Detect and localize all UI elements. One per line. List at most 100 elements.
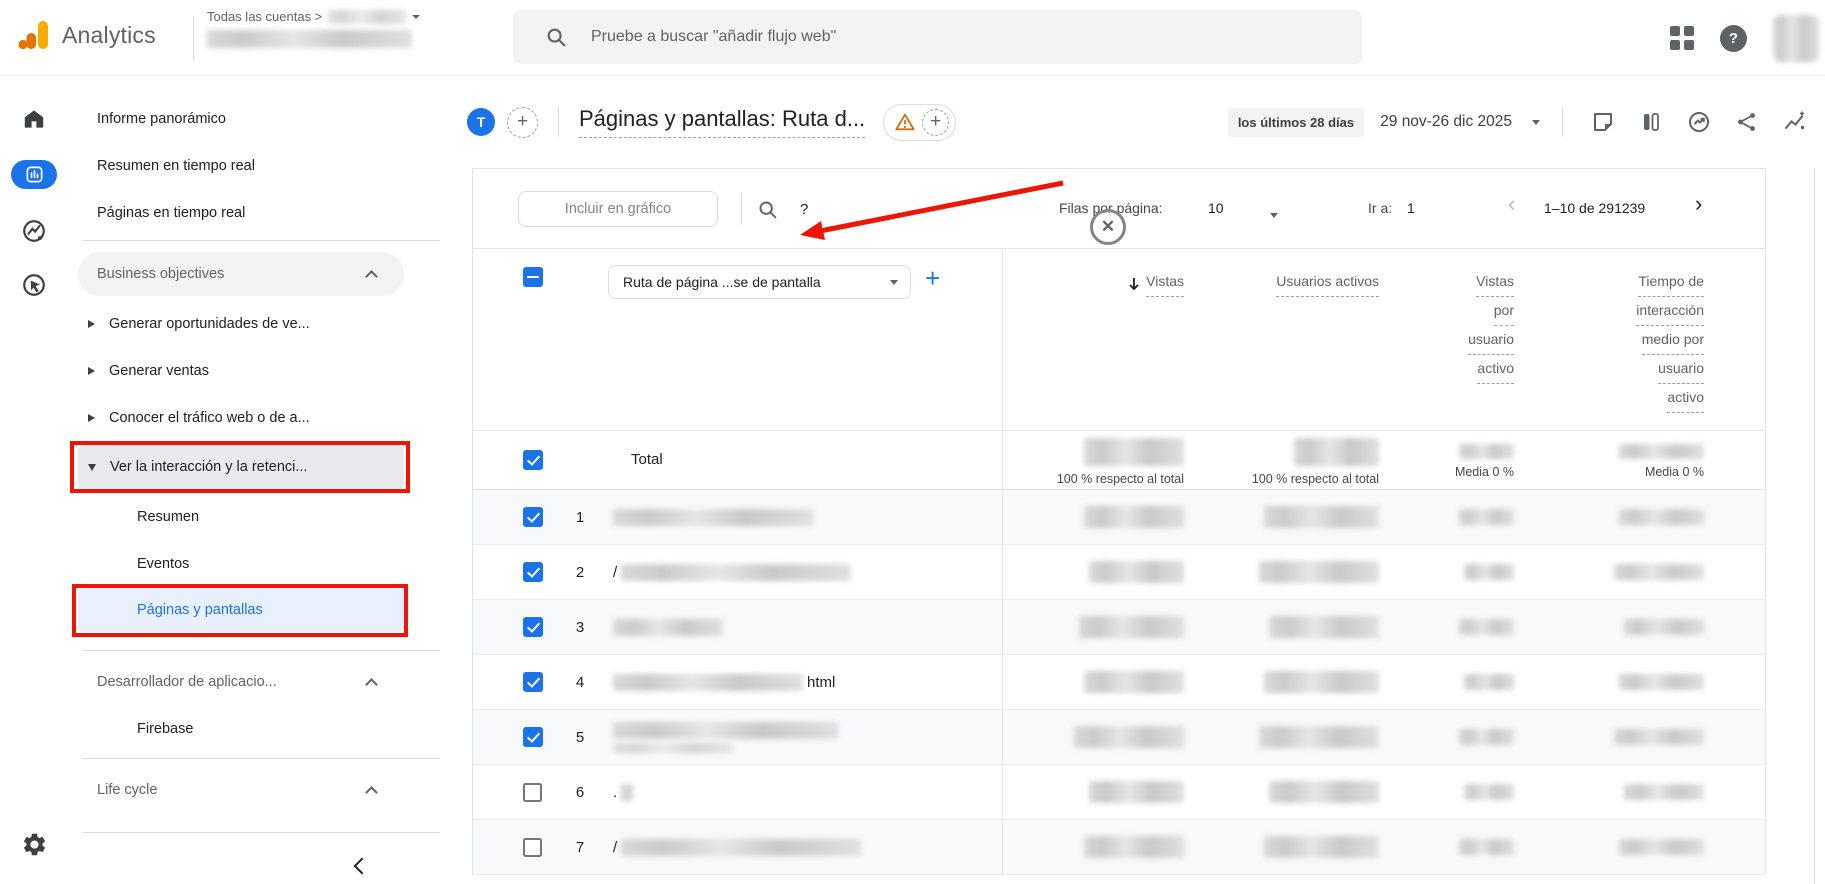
- total-value-redacted: [1084, 438, 1184, 466]
- column-header-tiempo-de-interacción-medio-por-usuario-activo[interactable]: Tiempo de interacción medio por usuario acti…: [1636, 269, 1704, 414]
- sidebar-section-life-cycle[interactable]: Life cycle: [78, 768, 404, 812]
- home-icon[interactable]: [0, 106, 68, 132]
- add-collaborator-button[interactable]: +: [507, 106, 538, 138]
- metric-value-redacted: [1459, 619, 1514, 635]
- metric-value-redacted: [1459, 729, 1514, 745]
- chevron-up-icon: [365, 678, 378, 691]
- column-header-line: interacción: [1636, 298, 1704, 326]
- data-warning-pill[interactable]: +: [883, 103, 957, 141]
- account-switcher[interactable]: Todas las cuentas >: [207, 9, 421, 48]
- column-header-usuarios-activos[interactable]: Usuarios activos: [1276, 269, 1379, 298]
- path-suffix: html: [807, 673, 836, 691]
- help-icon[interactable]: ?: [1720, 24, 1747, 52]
- prev-page-button[interactable]: ‹: [1508, 193, 1515, 215]
- row-checkbox[interactable]: [523, 562, 543, 582]
- sidebar-item-label: Páginas y pantallas: [137, 602, 263, 618]
- share-icon[interactable]: [1735, 110, 1759, 134]
- scrollbar[interactable]: [1814, 168, 1815, 884]
- nav-rail: [0, 76, 68, 884]
- sidebar-section-label: Business objectives: [97, 266, 225, 282]
- sidebar-item-resumen[interactable]: Resumen: [78, 493, 404, 540]
- row-number: 6: [575, 783, 585, 801]
- app-name: Analytics: [62, 21, 156, 48]
- metric-value-redacted: [1264, 671, 1379, 693]
- go-to-input[interactable]: 1: [1407, 200, 1415, 216]
- total-subtotal-label: Media 0 %: [1644, 465, 1704, 479]
- select-all-checkbox[interactable]: [523, 267, 543, 287]
- apps-grid-icon[interactable]: [1670, 26, 1694, 50]
- insights-icon[interactable]: [1687, 110, 1711, 134]
- add-dimension-button[interactable]: +: [925, 263, 940, 294]
- global-search-input[interactable]: Pruebe a buscar "añadir flujo web": [513, 10, 1362, 64]
- breadcrumb: Todas las cuentas >: [207, 9, 323, 24]
- column-header-line: Vistas: [1476, 269, 1514, 297]
- report-header: T + Páginas y pantallas: Ruta d... + los…: [455, 76, 1825, 168]
- sidebar-item-ver-la-interacción-y-la-retenci[interactable]: Ver la interacción y la retenci...: [78, 445, 404, 489]
- date-preset-badge: los últimos 28 días: [1227, 107, 1365, 137]
- sidebar-item-label: Resumen en tiempo real: [97, 157, 255, 174]
- metric-value-redacted: [1264, 506, 1379, 528]
- metric-value-redacted: [1269, 781, 1379, 803]
- sidebar-section-label: Life cycle: [97, 782, 158, 798]
- column-header-line: activo: [1667, 385, 1704, 413]
- metric-value-redacted: [1459, 509, 1514, 525]
- divider: [82, 832, 440, 833]
- compare-icon[interactable]: [1639, 110, 1663, 134]
- page-path-cell: [613, 600, 723, 654]
- total-label: Total: [631, 451, 663, 468]
- sidebar-item-label: Resumen: [137, 508, 200, 525]
- analytics-logo[interactable]: Analytics: [16, 18, 156, 52]
- sparkline-icon[interactable]: [1783, 110, 1807, 134]
- total-row-checkbox[interactable]: [523, 450, 543, 470]
- notes-icon[interactable]: [1591, 110, 1615, 134]
- row-checkbox[interactable]: [523, 672, 543, 692]
- metric-value-redacted: [1269, 616, 1379, 638]
- sidebar-section-desarrollador-de-aplicacio[interactable]: Desarrollador de aplicacio...: [78, 660, 404, 704]
- column-header-vistas[interactable]: Vistas: [1126, 269, 1184, 298]
- dimension-selector[interactable]: Ruta de página ...se de pantalla: [608, 265, 911, 299]
- page-title[interactable]: Páginas y pantallas: Ruta d...: [579, 106, 866, 138]
- explore-icon[interactable]: [0, 218, 68, 244]
- divider: [193, 16, 194, 60]
- rows-per-page-select[interactable]: 10: [1208, 200, 1224, 216]
- sidebar-item-páginas-y-pantallas[interactable]: Páginas y pantallas: [78, 588, 404, 632]
- metric-value-redacted: [1614, 564, 1704, 580]
- chevron-down-icon: [412, 14, 421, 19]
- sidebar-item-eventos[interactable]: Eventos: [78, 540, 404, 587]
- chevron-down-icon: [1532, 119, 1540, 125]
- date-range-selector[interactable]: 29 nov-26 dic 2025: [1380, 113, 1512, 131]
- advertising-icon[interactable]: [0, 272, 68, 298]
- sidebar-section-business-objectives[interactable]: Business objectives: [78, 252, 404, 296]
- row-checkbox[interactable]: [523, 838, 542, 857]
- chevron-up-icon: [365, 786, 378, 799]
- reports-icon-selected[interactable]: [0, 160, 68, 189]
- column-header-vistas-por-usuario-activo[interactable]: Vistas por usuario activo: [1468, 269, 1514, 385]
- page-path-cell: /: [613, 820, 862, 874]
- metric-value-redacted: [1084, 836, 1184, 858]
- chevron-down-icon[interactable]: [1270, 205, 1278, 221]
- add-icon[interactable]: +: [922, 108, 950, 136]
- row-checkbox[interactable]: [523, 727, 543, 747]
- sidebar-item-firebase[interactable]: Firebase: [78, 705, 404, 752]
- sidebar-item-páginas-en-tiempo-real[interactable]: Páginas en tiempo real: [78, 189, 404, 236]
- sidebar-item-generar-oportunidades-de-ve[interactable]: Generar oportunidades de ve...: [78, 302, 404, 346]
- topbar: Analytics Todas las cuentas > Pruebe a b…: [0, 0, 1825, 76]
- avatar[interactable]: [1773, 14, 1819, 62]
- row-checkbox[interactable]: [523, 617, 543, 637]
- pagination-status: 1–10 de 291239: [1544, 200, 1646, 216]
- sidebar-item-conocer-el-tráfico-web-o-de-a[interactable]: Conocer el tráfico web o de a...: [78, 396, 404, 440]
- collapse-sidebar-icon[interactable]: [353, 857, 371, 875]
- metric-value-redacted: [1259, 726, 1379, 748]
- account-name-redacted: [328, 9, 407, 24]
- row-checkbox[interactable]: [523, 783, 542, 802]
- total-value-redacted: [1294, 438, 1379, 466]
- sidebar-item-informe-panorámico[interactable]: Informe panorámico: [78, 95, 404, 142]
- next-page-button[interactable]: ›: [1695, 193, 1702, 215]
- team-avatar[interactable]: T: [467, 108, 495, 136]
- settings-gear-icon[interactable]: [0, 831, 68, 858]
- row-checkbox[interactable]: [523, 507, 543, 527]
- page-path-cell: [613, 490, 813, 544]
- metric-value-redacted: [1084, 671, 1184, 693]
- sidebar-item-generar-ventas[interactable]: Generar ventas: [78, 349, 404, 393]
- sidebar-item-resumen-en-tiempo-real[interactable]: Resumen en tiempo real: [78, 142, 404, 189]
